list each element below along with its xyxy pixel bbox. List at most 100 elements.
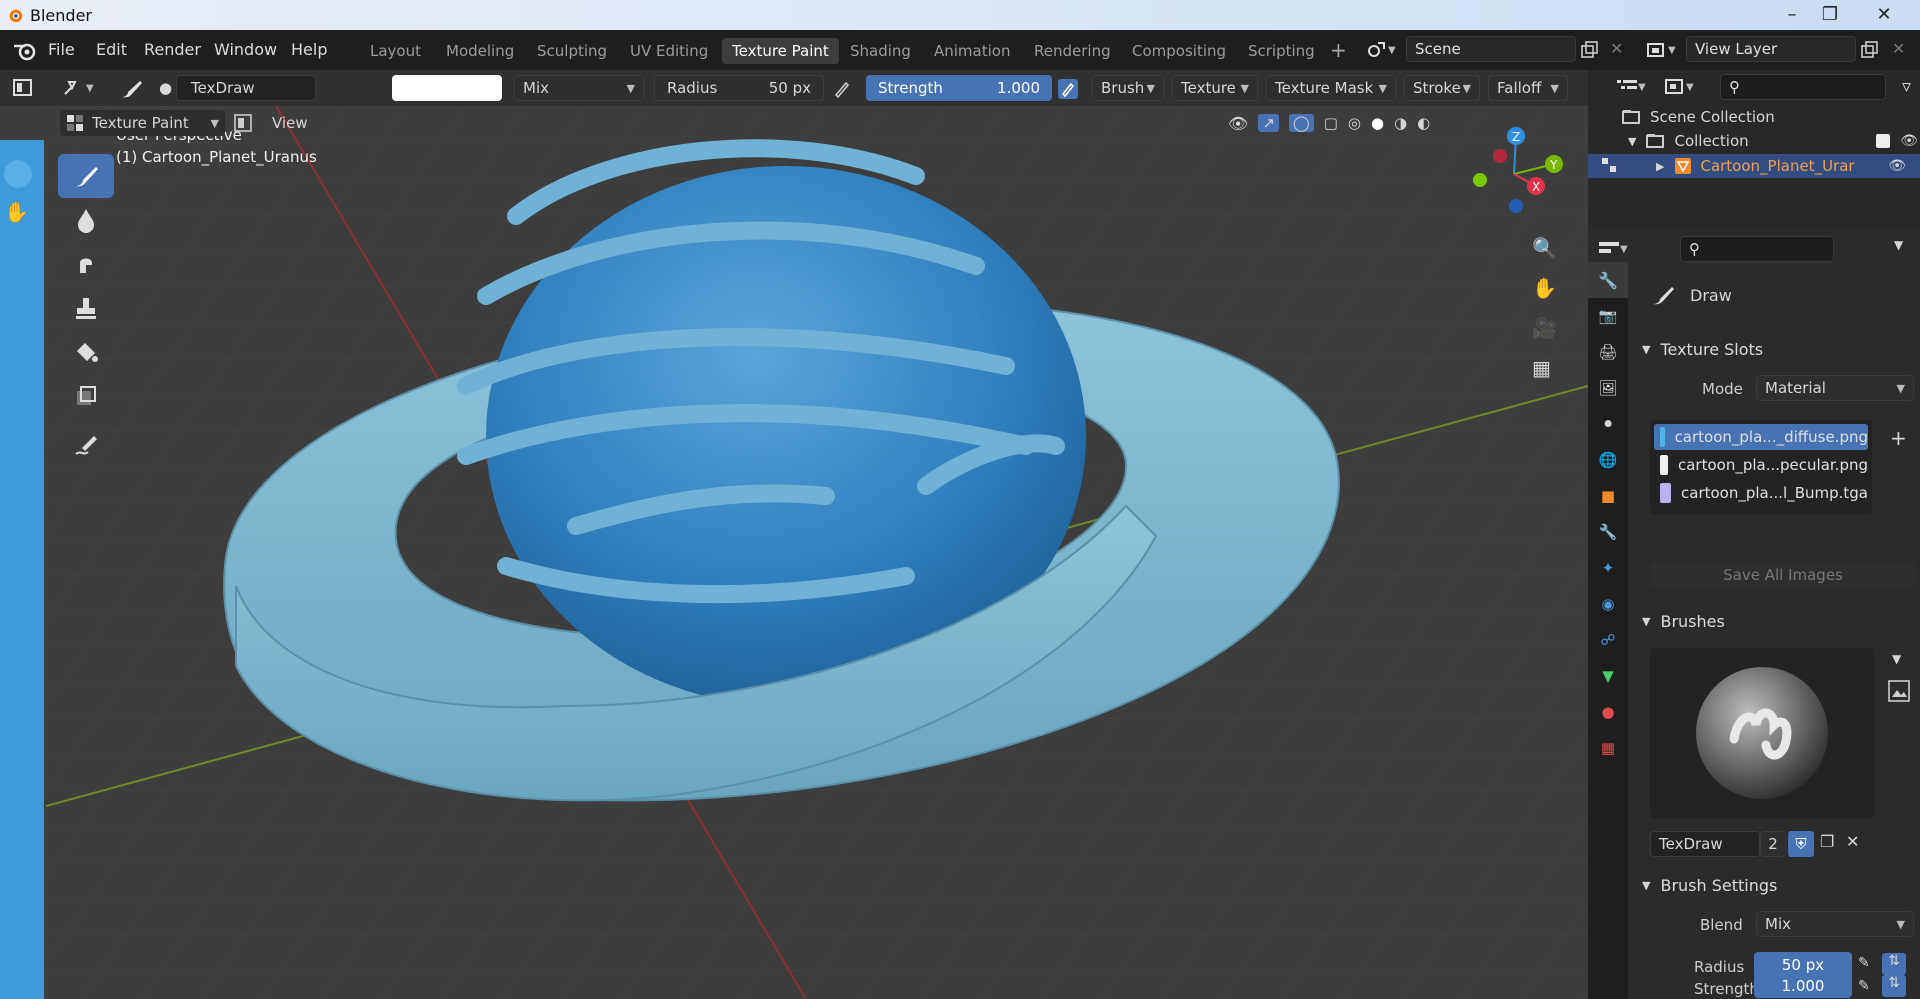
tab-material[interactable]: ● [1588,694,1628,730]
mode-selector[interactable]: Texture Paint ▼ [60,110,225,136]
texture-slot-item[interactable]: cartoon_pla..._diffuse.png [1654,424,1868,450]
tab-render[interactable]: 📷 [1588,298,1628,334]
blend-mode-dropdown[interactable]: Mix ▼ [514,75,644,101]
scene-name-field[interactable]: Scene [1406,36,1576,62]
brushes-header[interactable]: ▼ Brushes [1642,608,1918,634]
close-window-button[interactable]: ✕ [1862,0,1906,28]
texture-slot-item[interactable]: cartoon_pla...l_Bump.tga [1654,480,1868,506]
collection-include-checkbox[interactable] [1876,134,1890,148]
tab-physics[interactable]: ◉ [1588,586,1628,622]
brush-list-dropdown-icon[interactable]: ▼ [1892,652,1901,666]
tab-rendering[interactable]: Rendering [1024,38,1121,64]
new-view-layer-icon[interactable] [1860,41,1880,59]
tab-active-tool[interactable]: 🔧 [1588,262,1628,298]
save-all-images-button[interactable]: Save All Images [1650,562,1916,588]
tab-animation[interactable]: Animation [924,38,1020,64]
slots-popover-icon[interactable] [234,114,252,132]
overlay-toggle-icon[interactable]: ◯ [1288,114,1314,132]
add-workspace-icon[interactable]: + [1330,38,1347,62]
expand-arrow-icon[interactable]: ▶ [1656,160,1664,173]
tab-output[interactable]: 🖨 [1588,334,1628,370]
brush-preview[interactable] [1650,648,1874,818]
brush-users-count[interactable]: 2 [1760,831,1786,857]
tab-scene[interactable]: ⚫ [1588,406,1628,442]
visibility-icon[interactable]: 👁 [1228,114,1248,133]
display-mode-button[interactable]: ▼ [1664,74,1704,100]
brush-selector[interactable]: ● TexDraw [159,75,316,101]
properties-options-icon[interactable]: ▼ [1894,238,1903,252]
view-menu[interactable]: View [272,114,308,132]
view-layer-browse-button[interactable]: ▼ [1646,36,1682,64]
editor-type-button[interactable] [12,75,42,101]
tab-layout[interactable]: Layout [360,38,431,64]
solid-shading-icon[interactable]: ● [1371,114,1384,132]
radius-slider[interactable]: Radius 50 px [654,75,824,101]
unlink-brush-icon[interactable]: ✕ [1846,832,1859,851]
annotate-tool-button[interactable] [58,424,114,468]
tab-object[interactable]: ■ [1588,478,1628,514]
collection-visibility-icon[interactable]: 👁 [1900,133,1918,149]
tab-modifiers[interactable]: 🔧 [1588,514,1628,550]
clone-tool-button[interactable] [58,286,114,330]
fill-tool-button[interactable] [58,330,114,374]
delete-scene-icon[interactable]: ✕ [1610,39,1623,58]
menu-help[interactable]: Help [291,40,327,59]
tab-sculpting[interactable]: Sculpting [527,38,617,64]
tab-particles[interactable]: ✦ [1588,550,1628,586]
scene-browse-button[interactable]: ▼ [1366,36,1402,64]
smear-tool-button[interactable] [58,242,114,286]
brush-color-swatch[interactable] [392,75,502,101]
outliner-row-collection[interactable]: ▼ Collection 👁 [1628,130,1918,152]
tab-constraints[interactable]: ☍ [1588,622,1628,658]
brush-blend-dropdown[interactable]: Mix ▼ [1756,911,1914,937]
falloff-menu[interactable]: Falloff ▼ [1488,75,1568,101]
menu-render[interactable]: Render [144,40,201,59]
pan-hand-icon[interactable]: ✋ [1532,276,1572,316]
brush-name-field[interactable]: TexDraw [1650,831,1760,857]
tab-data[interactable]: ▼ [1588,658,1628,694]
outliner-editor-type-button[interactable]: ▼ [1616,74,1656,100]
delete-view-layer-icon[interactable]: ✕ [1892,39,1905,58]
xray-icon[interactable]: ▢ [1324,114,1338,132]
outliner-search-field[interactable]: ⚲ [1720,74,1886,100]
texture-slot-item[interactable]: cartoon_pla...pecular.png [1654,452,1868,478]
wireframe-shading-icon[interactable]: ◎ [1348,114,1361,132]
view-layer-name-field[interactable]: View Layer [1686,36,1856,62]
radius-pressure-toggle-icon[interactable]: ✎ [1858,955,1870,971]
collapse-arrow-icon[interactable]: ▼ [1628,135,1636,148]
outliner-row-object[interactable]: ▶ Cartoon_Planet_Urar 👁 [1588,154,1920,178]
outliner-row-scene-collection[interactable]: Scene Collection [1622,106,1775,128]
mask-tool-button[interactable] [58,374,114,418]
zoom-icon[interactable]: 🔍 [1532,236,1572,276]
left-hand-icon[interactable]: ✋ [4,200,29,224]
strength-slider[interactable]: Strength 1.000 [866,75,1052,101]
blender-menu-icon[interactable] [12,40,38,62]
material-shading-icon[interactable]: ◑ [1394,114,1407,132]
soften-tool-button[interactable] [58,198,114,242]
rendered-shading-icon[interactable]: ◐ [1417,114,1430,132]
brush-settings-header[interactable]: ▼ Brush Settings [1642,872,1918,898]
texture-mask-menu[interactable]: Texture Mask ▼ [1266,75,1396,101]
strength-pressure-icon[interactable] [1058,79,1078,99]
properties-editor-type-button[interactable]: ▼ [1598,236,1642,262]
restore-button[interactable]: ❐ [1808,0,1852,28]
filter-icon[interactable]: ▿ [1902,76,1911,97]
duplicate-brush-icon[interactable]: ❐ [1820,832,1834,851]
texture-mode-dropdown[interactable]: Material ▼ [1756,375,1914,401]
radius-unit-toggle-icon[interactable]: ⇅ [1882,953,1906,975]
brush-image-icon[interactable] [1888,680,1910,702]
tab-scripting[interactable]: Scripting [1238,38,1325,64]
object-visibility-icon[interactable]: 👁 [1888,158,1906,174]
tab-texture-paint[interactable]: Texture Paint [722,38,839,64]
tab-shading[interactable]: Shading [840,38,921,64]
new-scene-icon[interactable] [1580,41,1600,59]
menu-edit[interactable]: Edit [96,40,127,59]
tab-compositing[interactable]: Compositing [1122,38,1236,64]
strength-unit-toggle-icon[interactable]: ⇅ [1882,975,1906,997]
brush-menu[interactable]: Brush ▼ [1092,75,1164,101]
menu-file[interactable]: File [48,40,75,59]
texture-menu[interactable]: Texture ▼ [1172,75,1258,101]
strength-pressure-toggle-icon[interactable]: ✎ [1858,978,1870,994]
gizmo-toggle-icon[interactable]: ↗ [1258,114,1279,132]
texture-slots-header[interactable]: ▼ Texture Slots [1642,336,1918,362]
